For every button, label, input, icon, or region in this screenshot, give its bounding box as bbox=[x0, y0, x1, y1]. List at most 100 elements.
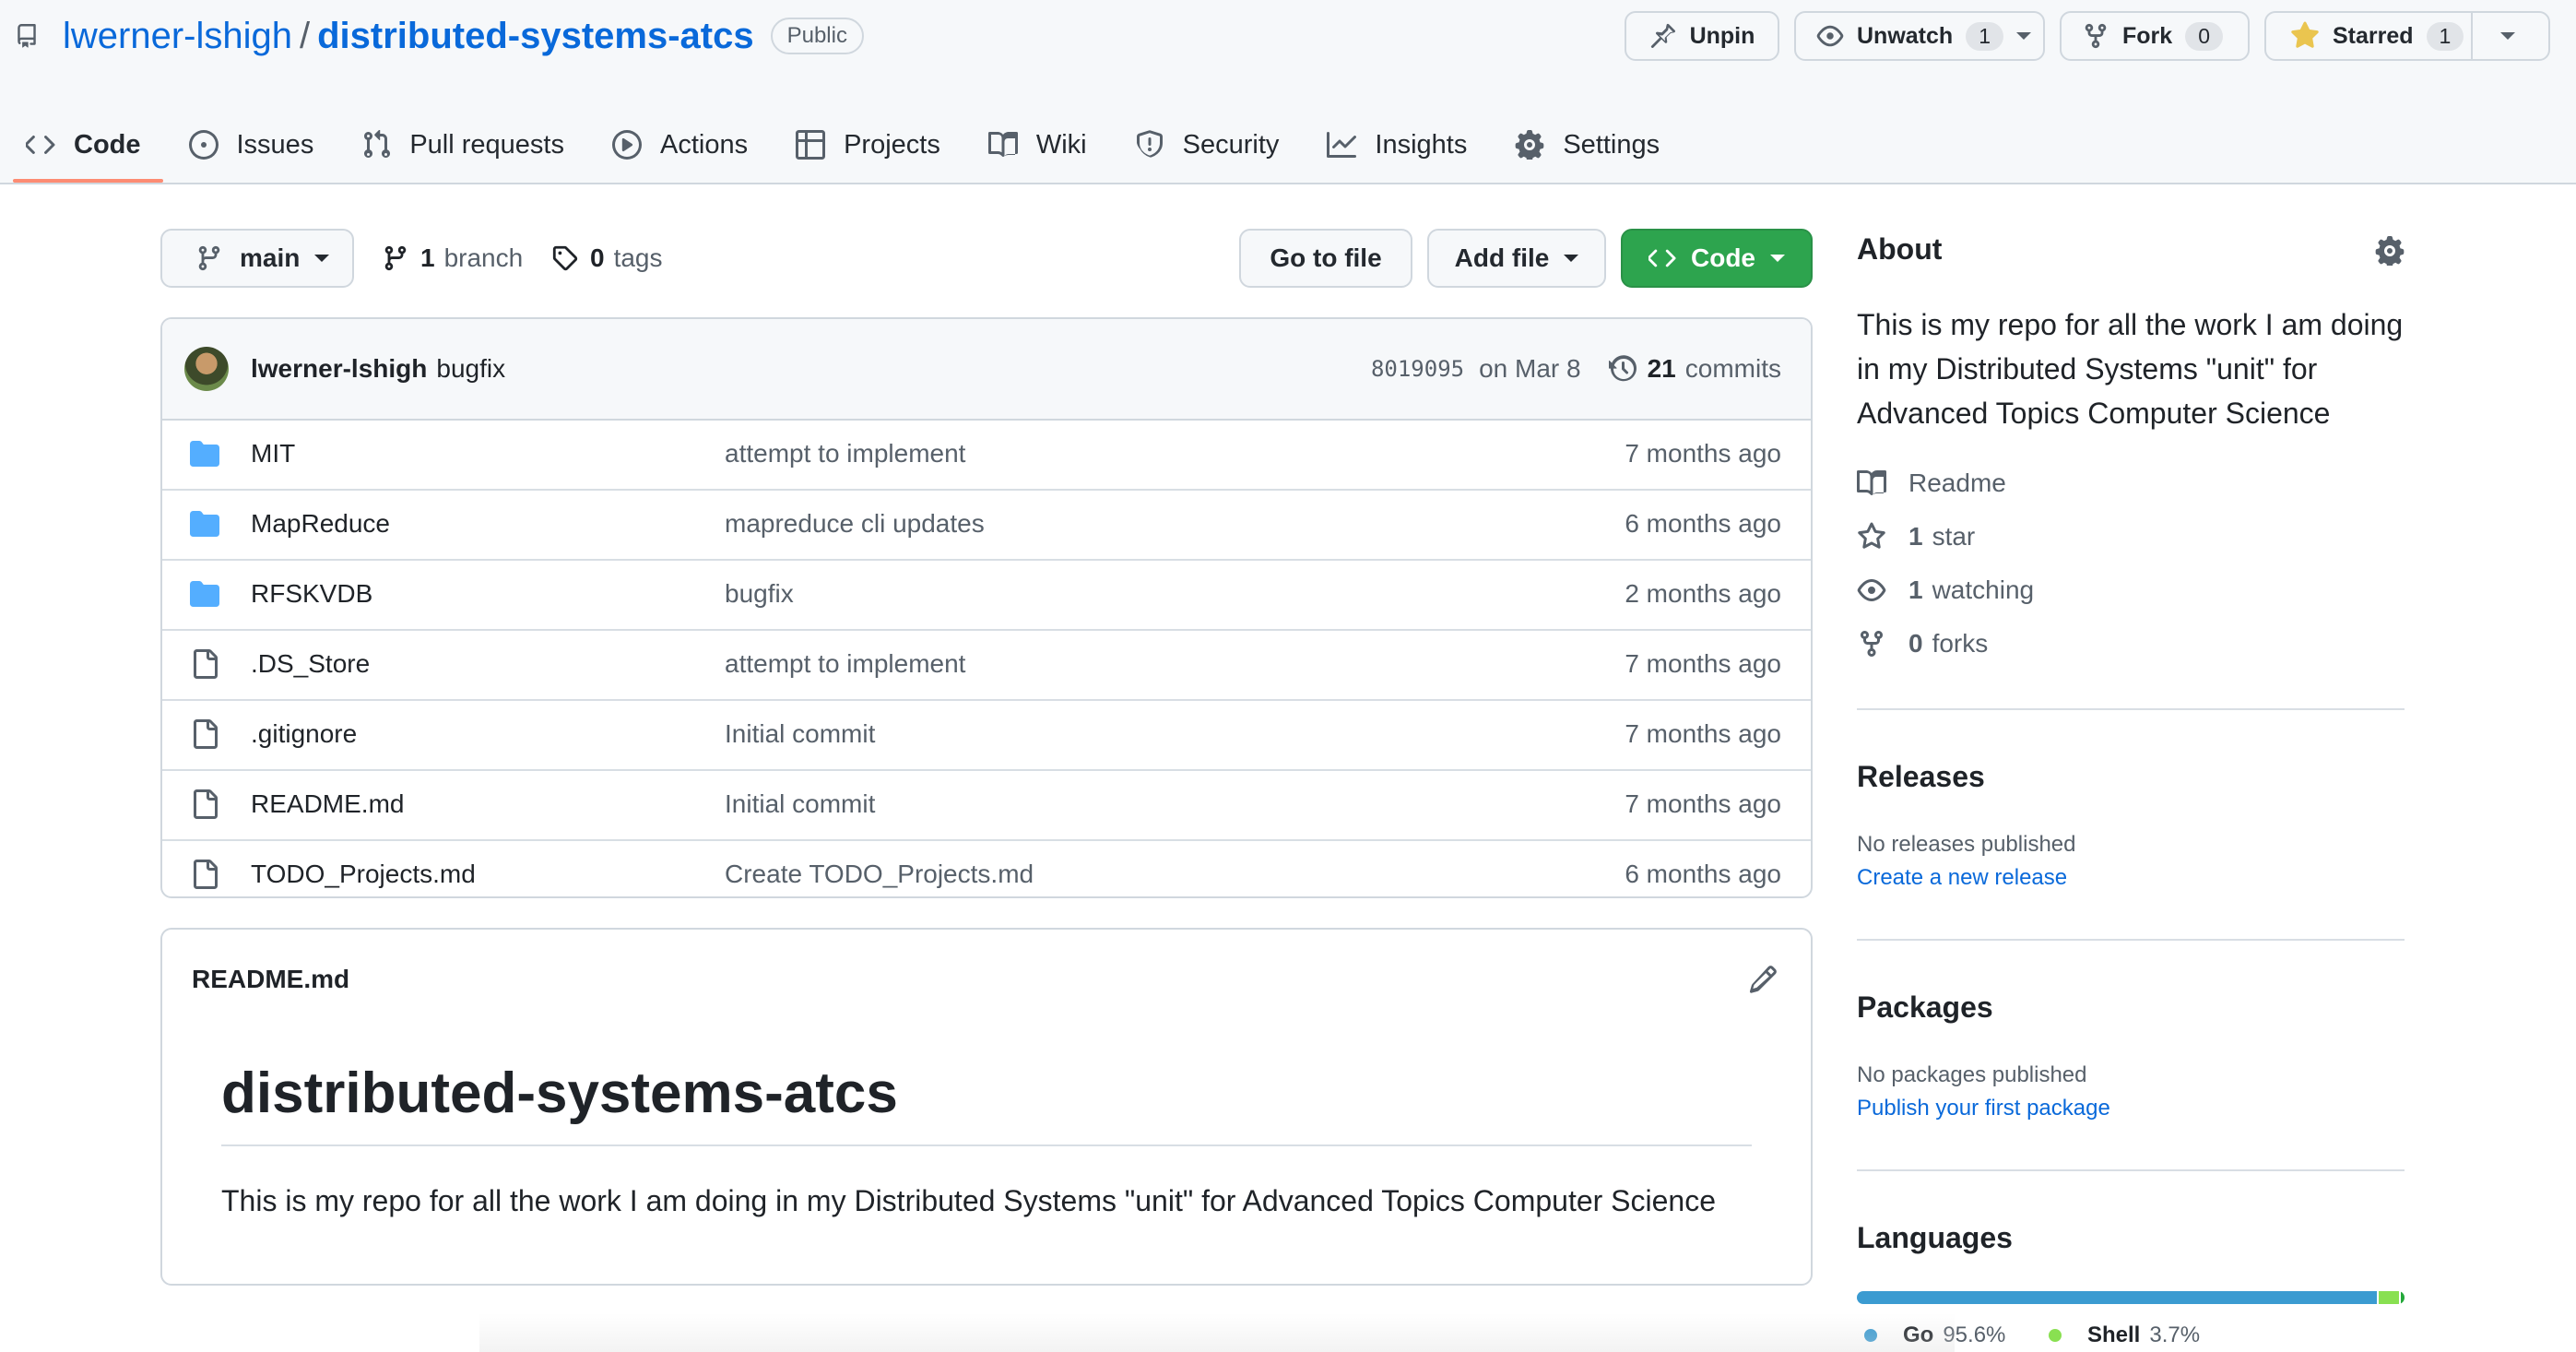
readme-box: README.md distributed-systems-atcs This … bbox=[160, 928, 1813, 1286]
file-row[interactable]: README.md Initial commit 7 months ago bbox=[162, 769, 1811, 839]
sidebar-divider bbox=[1857, 939, 2405, 941]
file-commit-message-link[interactable]: Create TODO_Projects.md bbox=[725, 860, 1034, 889]
watch-dropdown-toggle[interactable] bbox=[2003, 13, 2031, 59]
latest-commit-bar: lwerner-lshigh bugfix 8019095 on Mar 8 2… bbox=[162, 319, 1811, 421]
tab-label: Wiki bbox=[1035, 129, 1087, 160]
book-icon bbox=[1857, 468, 1908, 498]
unpin-label: Unpin bbox=[1689, 22, 1755, 49]
file-name-link[interactable]: MapReduce bbox=[251, 509, 390, 539]
fork-button[interactable]: Fork 0 bbox=[2060, 11, 2250, 61]
tab-issues[interactable]: Issues bbox=[163, 109, 337, 181]
unpin-button[interactable]: Unpin bbox=[1625, 11, 1779, 61]
tab-code[interactable]: Code bbox=[0, 109, 163, 183]
branches-link[interactable]: 1 branch bbox=[382, 229, 523, 288]
code-icon bbox=[1648, 244, 1676, 272]
releases-title[interactable]: Releases bbox=[1857, 760, 2405, 794]
tab-wiki[interactable]: Wiki bbox=[963, 109, 1109, 181]
file-row[interactable]: .gitignore Initial commit 7 months ago bbox=[162, 699, 1811, 769]
eye-icon bbox=[1816, 22, 1857, 50]
file-commit-message-link[interactable]: Initial commit bbox=[725, 789, 875, 819]
unwatch-label: Unwatch bbox=[1857, 22, 1954, 49]
star-filled-icon bbox=[2290, 21, 2333, 51]
tab-projects[interactable]: Projects bbox=[770, 109, 963, 181]
pin-icon bbox=[1649, 22, 1690, 50]
tab-actions[interactable]: Actions bbox=[586, 109, 770, 181]
forks-link[interactable]: 0 forks bbox=[1857, 629, 1988, 658]
watchers-link[interactable]: 1 watching bbox=[1857, 575, 2034, 605]
file-commit-message-link[interactable]: mapreduce cli updates bbox=[725, 509, 985, 539]
language-name: Shell bbox=[2087, 1322, 2141, 1347]
gear-icon[interactable] bbox=[2375, 236, 2405, 266]
tab-settings[interactable]: Settings bbox=[1489, 109, 1682, 181]
language-shell[interactable]: Shell 3.7% bbox=[2049, 1322, 2200, 1348]
file-row[interactable]: MIT attempt to implement 7 months ago bbox=[162, 421, 1811, 489]
branch-select-button[interactable]: main bbox=[160, 229, 354, 288]
tab-label: Insights bbox=[1375, 129, 1468, 160]
stars-link[interactable]: 1 star bbox=[1857, 522, 1975, 551]
file-commit-message-link[interactable]: Initial commit bbox=[725, 719, 875, 749]
file-row[interactable]: .DS_Store attempt to implement 7 months ag… bbox=[162, 629, 1811, 699]
file-browser: lwerner-lshigh bugfix 8019095 on Mar 8 2… bbox=[160, 317, 1813, 898]
file-row[interactable]: MapReduce mapreduce cli updates 6 months a… bbox=[162, 489, 1811, 559]
star-button-group: Starred 1 bbox=[2264, 11, 2550, 61]
add-file-button[interactable]: Add file bbox=[1427, 229, 1606, 288]
readme-filename-link[interactable]: README.md bbox=[192, 965, 349, 994]
readme-body: This is my repo for all the work I am do… bbox=[221, 1184, 1717, 1217]
pencil-icon[interactable] bbox=[1748, 965, 1778, 994]
branch-count: 1 bbox=[420, 243, 435, 272]
file-name-link[interactable]: MIT bbox=[251, 439, 295, 468]
file-age: 2 months ago bbox=[1625, 579, 1781, 608]
create-release-link[interactable]: Create a new release bbox=[1857, 865, 2067, 891]
commit-word: commits bbox=[1684, 354, 1781, 383]
repo-name-link[interactable]: distributed-systems-atcs bbox=[317, 16, 753, 57]
tab-label: Pull requests bbox=[409, 129, 564, 160]
commit-date[interactable]: on Mar 8 bbox=[1479, 354, 1581, 384]
tab-security[interactable]: Security bbox=[1109, 109, 1302, 181]
tab-pull-requests[interactable]: Pull requests bbox=[336, 109, 586, 181]
tag-icon bbox=[551, 244, 579, 272]
file-row[interactable]: RFSKVDB bugfix 2 months ago bbox=[162, 559, 1811, 629]
file-commit-message-link[interactable]: bugfix bbox=[725, 579, 794, 609]
gear-icon bbox=[1515, 130, 1563, 160]
watch-counter: 1 bbox=[1966, 21, 2003, 51]
releases-empty-text: No releases published bbox=[1857, 832, 2076, 857]
file-name-link[interactable]: RFSKVDB bbox=[251, 579, 372, 609]
file-name-link[interactable]: README.md bbox=[251, 789, 404, 819]
go-to-file-button[interactable]: Go to file bbox=[1239, 229, 1412, 288]
commit-author-link[interactable]: lwerner-lshigh bbox=[251, 354, 427, 384]
commit-message-link[interactable]: bugfix bbox=[436, 354, 505, 384]
file-name-link[interactable]: TODO_Projects.md bbox=[251, 860, 476, 889]
file-commit-message-link[interactable]: attempt to implement bbox=[725, 649, 965, 679]
repo-icon bbox=[15, 21, 39, 51]
eye-icon bbox=[1857, 575, 1908, 605]
star-dropdown-toggle[interactable] bbox=[2471, 13, 2515, 59]
readme-heading: distributed-systems-atcs bbox=[221, 1061, 1752, 1146]
repo-owner-link[interactable]: lwerner-lshigh bbox=[63, 16, 292, 57]
add-file-label: Add file bbox=[1454, 243, 1550, 272]
readme-label: Readme bbox=[1908, 468, 2006, 497]
tab-insights[interactable]: Insights bbox=[1301, 109, 1489, 181]
packages-title[interactable]: Packages bbox=[1857, 990, 2405, 1025]
file-age: 7 months ago bbox=[1625, 719, 1781, 748]
commit-history-link[interactable]: 21 commits bbox=[1608, 354, 1781, 384]
star-icon bbox=[1857, 522, 1908, 551]
forks-word: forks bbox=[1932, 629, 1989, 658]
tags-link[interactable]: 0 tags bbox=[551, 229, 663, 288]
file-name-link[interactable]: .gitignore bbox=[251, 719, 357, 749]
avatar[interactable] bbox=[184, 347, 229, 391]
visibility-badge: Public bbox=[770, 18, 864, 54]
folder-icon bbox=[190, 579, 219, 609]
publish-package-link[interactable]: Publish your first package bbox=[1857, 1096, 2110, 1121]
stars-count: 1 bbox=[1908, 522, 1923, 551]
go-to-file-label: Go to file bbox=[1270, 243, 1382, 272]
file-row[interactable]: TODO_Projects.md Create TODO_Projects.md 6… bbox=[162, 839, 1811, 896]
languages-section: Languages bbox=[1857, 1221, 2405, 1255]
unwatch-button[interactable]: Unwatch 1 bbox=[1794, 11, 2045, 61]
file-commit-message-link[interactable]: attempt to implement bbox=[725, 439, 965, 468]
starred-button[interactable]: Starred 1 bbox=[2266, 13, 2471, 59]
readme-link[interactable]: Readme bbox=[1857, 468, 2006, 498]
fork-label: Fork bbox=[2122, 22, 2173, 49]
file-name-link[interactable]: .DS_Store bbox=[251, 649, 370, 679]
commit-sha-link[interactable]: 8019095 bbox=[1371, 356, 1464, 382]
code-clone-button[interactable]: Code bbox=[1621, 229, 1813, 288]
